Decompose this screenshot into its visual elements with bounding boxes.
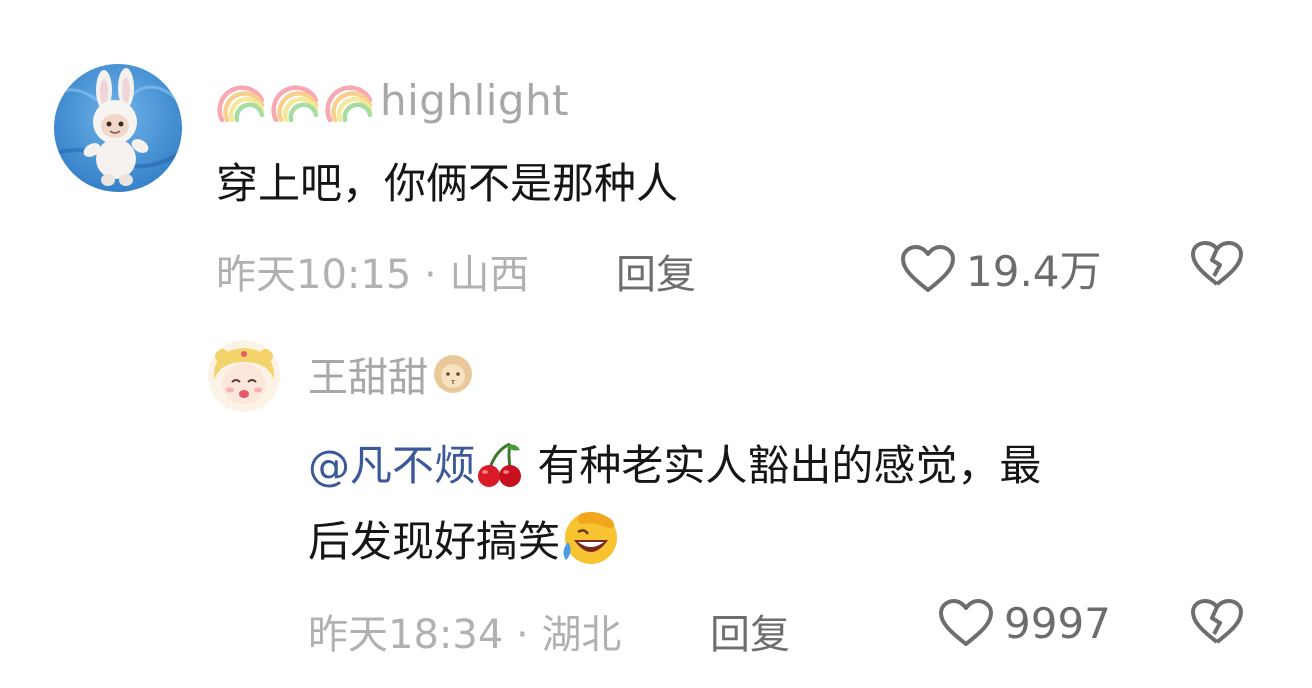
avatar[interactable] <box>54 64 182 192</box>
face-palm-laughing-icon <box>563 512 618 564</box>
rainbow-icon <box>325 85 373 122</box>
comment-text: 穿上吧，你俩不是那种人 <box>216 159 679 208</box>
heart-icon <box>939 599 993 646</box>
reply-location: 湖北 <box>541 612 622 658</box>
reply-like-button[interactable]: 9997 <box>938 598 1111 648</box>
dislike-button[interactable] <box>1190 240 1244 292</box>
mention-link[interactable]: @凡不烦 <box>308 441 476 490</box>
cherries-icon <box>478 442 522 487</box>
comment-location: 山西 <box>449 252 530 298</box>
rainbow-icon <box>271 85 319 122</box>
reply-time: 昨天18:34 <box>308 612 504 658</box>
broken-heart-icon <box>1191 241 1243 286</box>
anime-girl-avatar-icon <box>208 340 280 412</box>
reply-button[interactable]: 回复 <box>616 242 696 300</box>
lion-icon <box>434 355 472 393</box>
user-name-row[interactable]: highlight <box>216 72 569 128</box>
user-name[interactable]: highlight <box>380 76 569 125</box>
comment-time: 昨天10:15 <box>216 252 412 298</box>
reply-avatar[interactable] <box>208 340 280 412</box>
reply-user-name[interactable]: 王甜甜 <box>308 345 428 403</box>
reply-user-name-row[interactable]: 王甜甜 <box>308 346 474 402</box>
reply-meta: 昨天18:34 · 湖北 <box>308 602 621 660</box>
reply-reply-button[interactable]: 回复 <box>710 602 790 660</box>
bunny-doll-avatar-icon <box>54 64 182 192</box>
rainbow-icon <box>217 85 265 122</box>
comment-meta: 昨天10:15 · 山西 <box>216 242 529 300</box>
reply-like-count: 9997 <box>1004 598 1111 648</box>
reply-dislike-button[interactable] <box>1190 598 1244 650</box>
like-count: 19.4万 <box>966 247 1102 296</box>
like-button[interactable]: 19.4万 <box>900 238 1102 299</box>
heart-icon <box>901 244 955 292</box>
reply-text-part2: 后发现好搞笑 <box>308 517 561 566</box>
meta-separator: · <box>503 612 542 658</box>
meta-separator: · <box>411 252 450 298</box>
broken-heart-icon <box>1191 599 1243 644</box>
reply-text-part1: 有种老实人豁出的感觉，最 <box>524 441 1042 490</box>
reply-text: @凡不烦 有种老实人豁出的感觉，最 后发现好搞笑 <box>308 428 1248 580</box>
